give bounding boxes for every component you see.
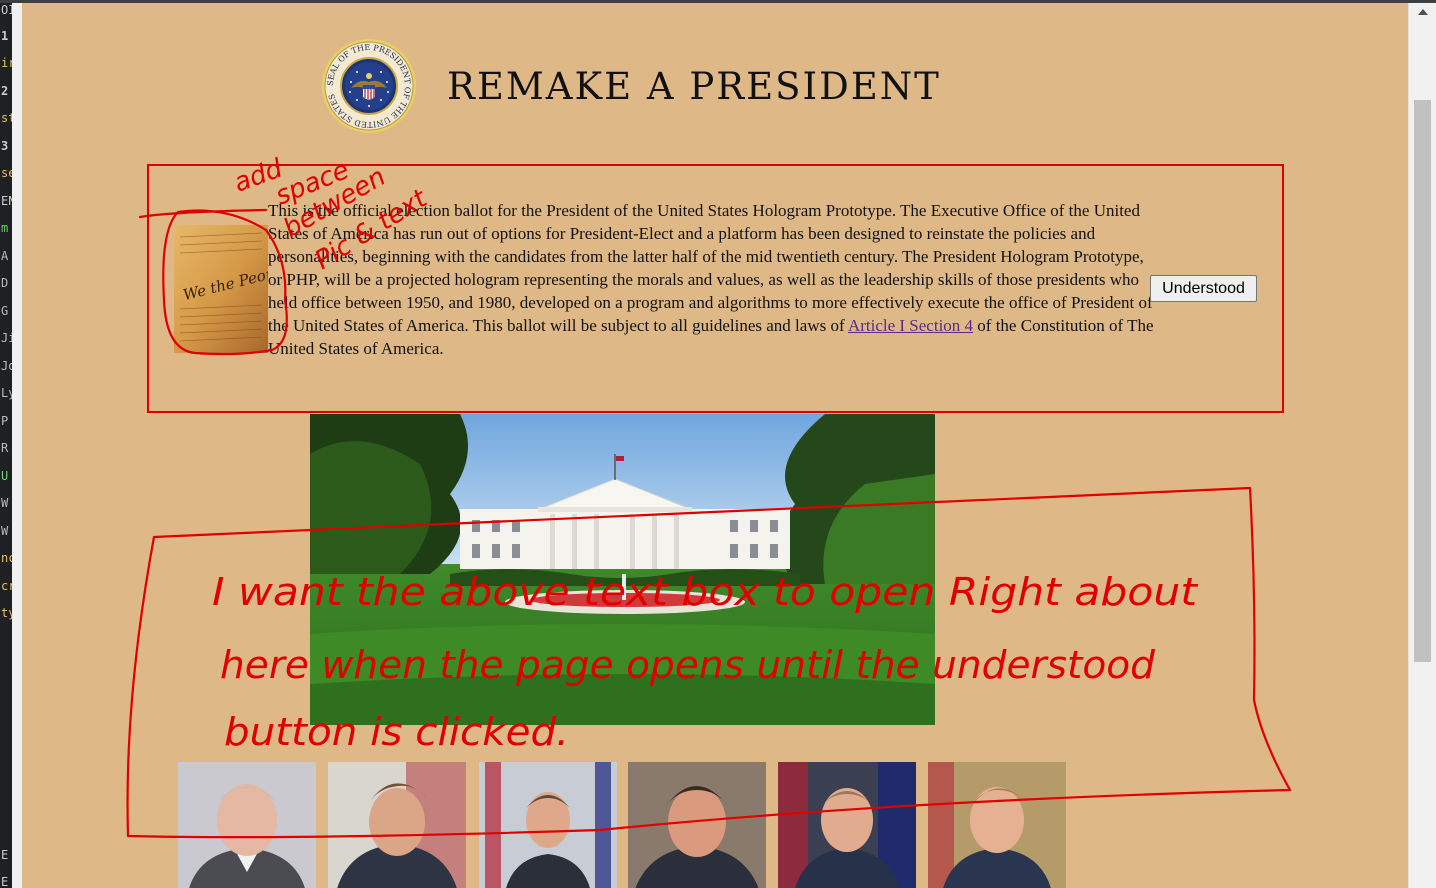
intro-paragraph: This is the official election ballot for… <box>268 199 1156 360</box>
gutter-char: 2 <box>1 84 9 98</box>
gutter-char: EN <box>1 194 12 208</box>
gutter-char: cr <box>1 579 12 593</box>
gutter-char: P <box>1 414 9 428</box>
page-title: REMAKE A PRESIDENT <box>447 65 941 108</box>
gutter-char: st <box>1 111 12 125</box>
gutter-char: U <box>1 469 9 483</box>
gutter-char: ty <box>1 606 12 620</box>
president-portrait <box>479 762 617 888</box>
gutter-char: se <box>1 166 12 180</box>
browser-left-edge <box>12 3 22 888</box>
gutter-char: Ly <box>1 386 12 400</box>
scroll-thumb[interactable] <box>1414 100 1431 662</box>
gutter-char: D <box>1 276 9 290</box>
president-portrait <box>328 762 466 888</box>
gutter-char: G <box>1 304 9 318</box>
president-portrait <box>178 762 316 888</box>
code-editor-gutter: OI 1 ir 2 st 3 se EN m A D G Ji Jo Ly P … <box>0 3 12 888</box>
gutter-char: A <box>1 249 9 263</box>
constitution-image: We the People <box>174 225 268 353</box>
gutter-char: OI <box>1 3 12 17</box>
understood-button[interactable]: Understood <box>1150 275 1257 302</box>
gutter-char: W <box>1 496 9 510</box>
scroll-up-arrow-icon[interactable] <box>1418 9 1428 15</box>
article-link[interactable]: Article I Section 4 <box>848 316 973 335</box>
gutter-char: R <box>1 441 9 455</box>
gutter-char: ir <box>1 56 12 70</box>
gutter-char: Jo <box>1 359 12 373</box>
gutter-char: W <box>1 524 9 538</box>
white-house-image <box>310 414 935 725</box>
presidential-seal-icon: SEAL OF THE PRESIDENT OF THE UNITED STAT… <box>322 39 416 133</box>
vertical-scrollbar[interactable] <box>1408 3 1436 888</box>
gutter-char: 3 <box>1 139 9 153</box>
gutter-char: Ji <box>1 331 12 345</box>
president-portrait <box>928 762 1066 888</box>
gutter-char: E <box>1 848 9 862</box>
intro-text: This is the official election ballot for… <box>268 201 1153 335</box>
gutter-char: m <box>1 221 9 235</box>
gutter-char: 1 <box>1 29 9 43</box>
gutter-char: E <box>1 875 9 888</box>
president-portrait <box>628 762 766 888</box>
president-portrait <box>778 762 916 888</box>
gutter-char: nc <box>1 551 12 565</box>
web-page: SEAL OF THE PRESIDENT OF THE UNITED STAT… <box>22 3 1408 888</box>
